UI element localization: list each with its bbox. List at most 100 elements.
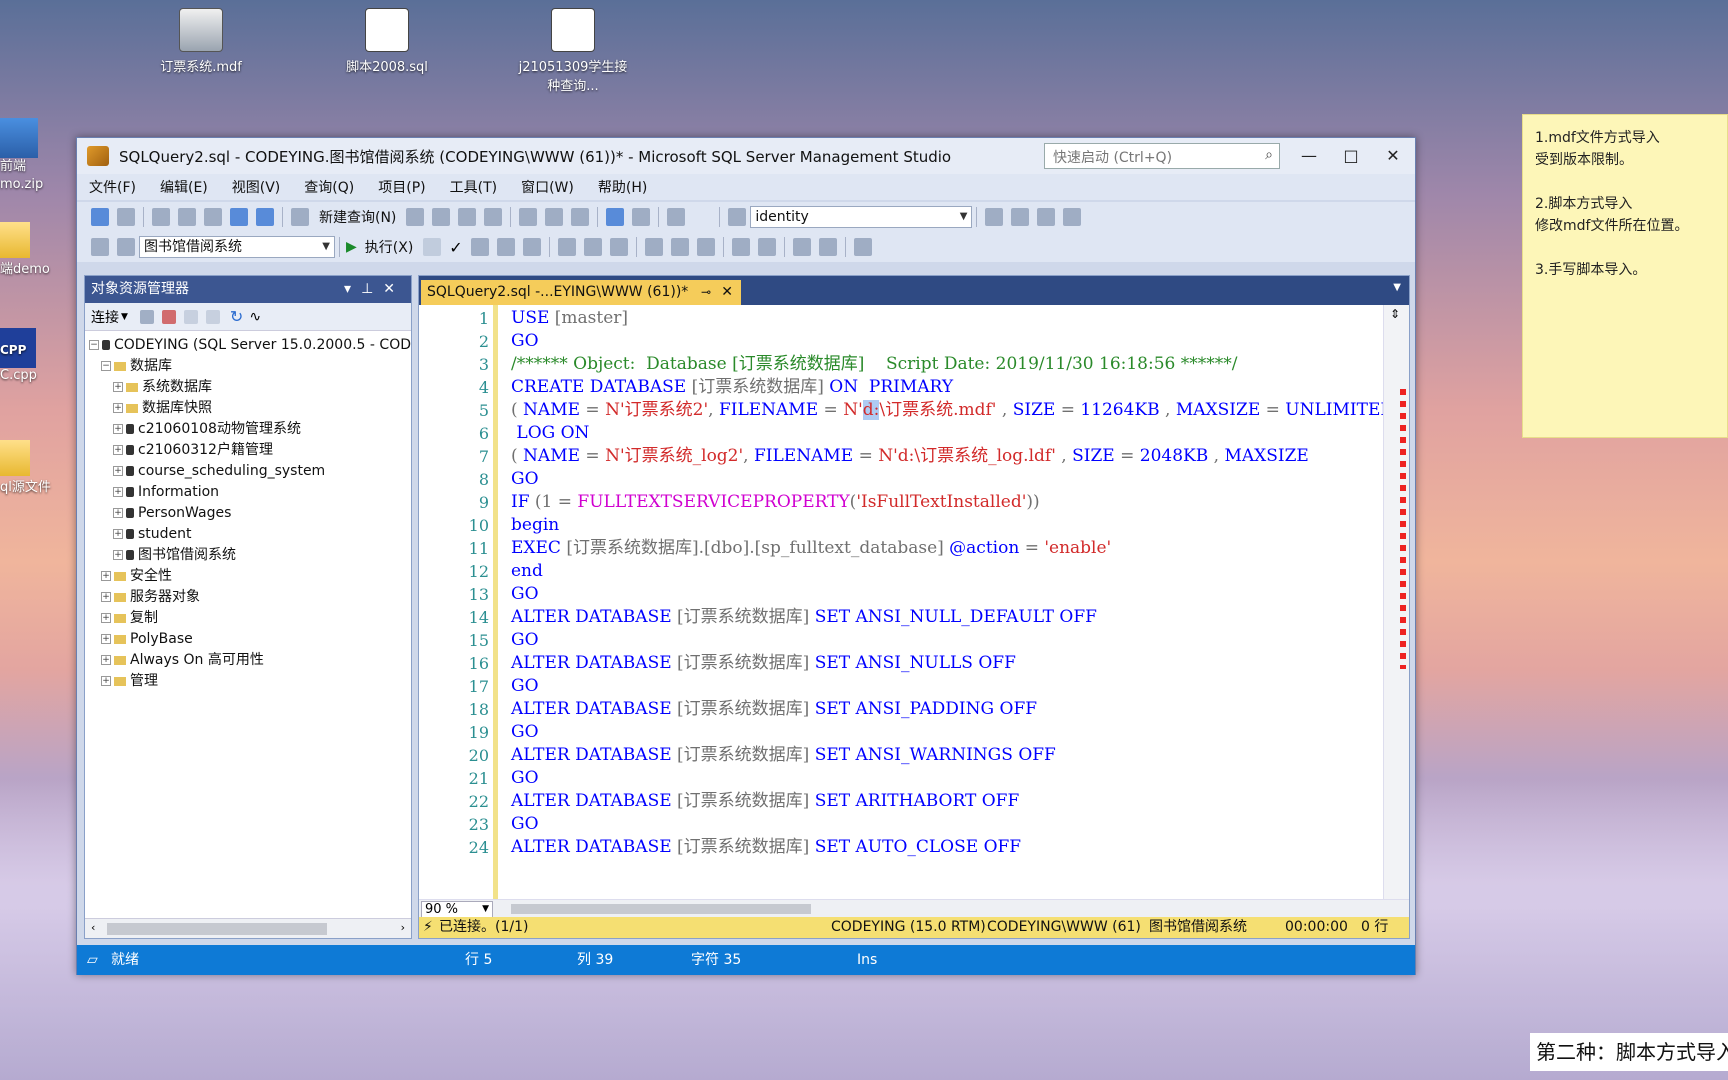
available-databases-combo[interactable]: 图书馆借阅系统 ▼ bbox=[139, 236, 335, 258]
expand-icon[interactable]: + bbox=[101, 676, 111, 686]
expand-icon[interactable]: + bbox=[101, 613, 111, 623]
desktop-icon-cpp[interactable]: CPP C.cpp bbox=[0, 328, 60, 383]
cancel-query-icon[interactable] bbox=[423, 238, 442, 256]
expand-icon[interactable]: + bbox=[101, 634, 111, 644]
tree-node[interactable]: + 安全性 bbox=[89, 566, 411, 587]
close-button[interactable]: ✕ bbox=[1375, 142, 1411, 170]
expand-icon[interactable]: + bbox=[113, 487, 123, 497]
tree-node[interactable]: − CODEYING (SQL Server 15.0.2000.5 - COD bbox=[89, 335, 411, 356]
tree-node[interactable]: + Always On 高可用性 bbox=[89, 650, 411, 671]
vertical-scrollbar[interactable]: ⇕ bbox=[1383, 305, 1409, 901]
connect-object-icon[interactable] bbox=[139, 309, 154, 324]
menu-view[interactable]: 视图(V) bbox=[232, 177, 281, 197]
paste-icon[interactable] bbox=[571, 208, 590, 226]
menu-query[interactable]: 查询(Q) bbox=[304, 177, 354, 197]
zoom-combo[interactable]: 90 % ▼ bbox=[421, 901, 493, 918]
expand-icon[interactable]: + bbox=[101, 592, 111, 602]
expand-icon[interactable]: + bbox=[113, 550, 123, 560]
connect-button[interactable]: 连接 bbox=[91, 307, 119, 327]
tab-overflow-icon[interactable]: ▼ bbox=[1393, 282, 1401, 293]
tree-node[interactable]: + Information bbox=[89, 482, 411, 503]
uncomment-icon[interactable] bbox=[757, 238, 776, 256]
estimated-plan-icon[interactable] bbox=[470, 238, 489, 256]
find-combo[interactable]: identity ▼ bbox=[750, 206, 973, 228]
menu-project[interactable]: 项目(P) bbox=[378, 177, 425, 197]
menu-tools[interactable]: 工具(T) bbox=[450, 177, 497, 197]
results-to-grid-icon[interactable] bbox=[670, 238, 689, 256]
scroll-right-icon[interactable]: › bbox=[401, 921, 405, 934]
code-area[interactable]: 1 USE [master] 2 GO 3 /****** Object: Databas… bbox=[419, 305, 1385, 901]
save-icon[interactable] bbox=[230, 208, 248, 226]
change-connection-icon[interactable] bbox=[117, 238, 135, 256]
pin-icon[interactable]: ⊸ bbox=[701, 280, 711, 305]
close-tab-icon[interactable]: ✕ bbox=[721, 280, 733, 305]
dax-query-icon[interactable] bbox=[484, 208, 503, 226]
maximize-button[interactable]: □ bbox=[1333, 142, 1369, 170]
find-icon[interactable] bbox=[728, 208, 747, 226]
intellisense-icon[interactable] bbox=[557, 238, 576, 256]
results-to-text-icon[interactable] bbox=[644, 238, 663, 256]
expand-icon[interactable]: + bbox=[101, 655, 111, 665]
filter-icon[interactable] bbox=[205, 309, 220, 324]
live-stats-icon[interactable] bbox=[609, 238, 628, 256]
tree-node[interactable]: + 数据库快照 bbox=[89, 398, 411, 419]
add-item-icon[interactable] bbox=[178, 208, 196, 226]
desktop-icon-sql-script[interactable]: 脚本2008.sql bbox=[332, 8, 442, 75]
xmla-query-icon[interactable] bbox=[458, 208, 477, 226]
new-query-button[interactable]: 新建查询(N) bbox=[319, 207, 396, 227]
cut-icon[interactable] bbox=[519, 208, 538, 226]
menu-edit[interactable]: 编辑(E) bbox=[160, 177, 208, 197]
split-icon[interactable]: ⇕ bbox=[1390, 307, 1400, 321]
desktop-icon-sql-query[interactable]: j21051309学生接种查询... bbox=[518, 8, 628, 94]
save-all-icon[interactable] bbox=[256, 208, 274, 226]
desktop-icon-zip[interactable]: 前端 mo.zip bbox=[0, 118, 60, 194]
comment-icon[interactable] bbox=[731, 238, 750, 256]
redo-icon[interactable] bbox=[632, 208, 651, 226]
tree-node[interactable]: − 数据库 bbox=[89, 356, 411, 377]
open-file-icon[interactable] bbox=[204, 208, 222, 226]
horizontal-scrollbar[interactable]: ‹ › bbox=[85, 918, 411, 938]
connect-icon[interactable] bbox=[91, 238, 109, 256]
panel-controls[interactable]: ▾⊥✕ bbox=[344, 276, 405, 303]
tree-node[interactable]: + 系统数据库 bbox=[89, 377, 411, 398]
activity-monitor-icon[interactable] bbox=[667, 208, 686, 226]
horizontal-scrollbar-thumb[interactable] bbox=[511, 904, 811, 914]
results-to-file-icon[interactable] bbox=[696, 238, 715, 256]
new-project-icon[interactable] bbox=[152, 208, 170, 226]
query-options-icon[interactable] bbox=[522, 238, 541, 256]
desktop-icon-folder[interactable]: 端demo bbox=[0, 222, 60, 277]
minimize-button[interactable]: — bbox=[1291, 142, 1327, 170]
expand-icon[interactable]: + bbox=[113, 508, 123, 518]
stop-icon[interactable] bbox=[183, 309, 198, 324]
expand-icon[interactable]: + bbox=[113, 529, 123, 539]
undo-icon[interactable] bbox=[606, 208, 625, 226]
disconnect-icon[interactable] bbox=[161, 309, 176, 324]
decrease-indent-icon[interactable] bbox=[792, 238, 811, 256]
dmx-query-icon[interactable] bbox=[432, 208, 451, 226]
tree-node[interactable]: + c21060312户籍管理 bbox=[89, 440, 411, 461]
refresh-icon[interactable]: ↻ bbox=[230, 307, 243, 326]
increase-indent-icon[interactable] bbox=[818, 238, 837, 256]
expand-icon[interactable]: + bbox=[113, 403, 123, 413]
tree-node[interactable]: + PersonWages bbox=[89, 503, 411, 524]
menu-window[interactable]: 窗口(W) bbox=[521, 177, 574, 197]
tree-node[interactable]: + 服务器对象 bbox=[89, 587, 411, 608]
tree-node[interactable]: + PolyBase bbox=[89, 629, 411, 650]
expand-icon[interactable]: + bbox=[113, 466, 123, 476]
menu-help[interactable]: 帮助(H) bbox=[598, 177, 647, 197]
tree-node[interactable]: + student bbox=[89, 524, 411, 545]
tree-node[interactable]: + course_scheduling_system bbox=[89, 461, 411, 482]
tree-node[interactable]: + c21060108动物管理系统 bbox=[89, 419, 411, 440]
tab-sqlquery2[interactable]: SQLQuery2.sql -...EYING\WWW (61))* ⊸ ✕ bbox=[421, 280, 741, 305]
execute-icon[interactable]: ▶ bbox=[346, 239, 357, 255]
desktop-icon-mdf[interactable]: 订票系统.mdf bbox=[146, 8, 256, 75]
quick-launch-input[interactable]: 快速启动 (Ctrl+Q) ⌕ bbox=[1044, 143, 1280, 169]
actual-plan-icon[interactable] bbox=[583, 238, 602, 256]
tree-node[interactable]: + 管理 bbox=[89, 671, 411, 692]
expand-icon[interactable]: + bbox=[113, 382, 123, 392]
expand-icon[interactable]: + bbox=[101, 571, 111, 581]
menu-file[interactable]: 文件(F) bbox=[89, 177, 136, 197]
back-icon[interactable] bbox=[91, 208, 109, 226]
activity-icon[interactable]: ∿ bbox=[249, 309, 261, 325]
specify-template-values-icon[interactable] bbox=[853, 238, 872, 256]
